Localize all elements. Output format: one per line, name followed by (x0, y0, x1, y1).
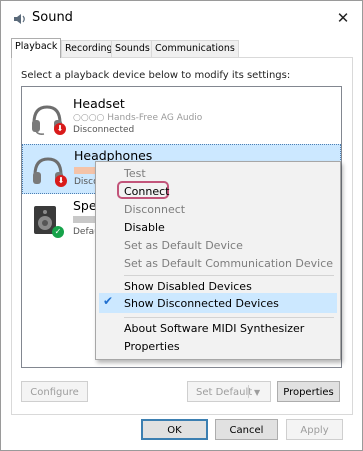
menu-item-set-default-communication-device[interactable]: Set as Default Communication Device (124, 257, 333, 270)
tab-sounds[interactable]: Sounds (111, 40, 154, 57)
menu-item-properties[interactable]: Properties (124, 340, 180, 353)
menu-item-test[interactable]: Test (124, 167, 146, 180)
title-bar: Sound ✕ (1, 1, 362, 35)
volume-bar (74, 167, 96, 174)
menu-item-disable[interactable]: Disable (124, 221, 165, 234)
menu-item-connect[interactable]: Connect (124, 185, 169, 198)
split-divider (248, 385, 249, 398)
tab-communications[interactable]: Communications (151, 40, 239, 57)
sound-dialog: Sound ✕ Playback Recording Sounds Commun… (0, 0, 363, 451)
volume-bar (73, 216, 95, 223)
tab-playback[interactable]: Playback (11, 38, 62, 58)
instructions-text: Select a playback device below to modify… (21, 70, 291, 81)
device-row-headset[interactable]: ⬇ Headset ○○○○ Hands-Free AG Audio Disco… (22, 93, 341, 143)
chevron-down-icon[interactable]: ▼ (254, 382, 260, 403)
disconnected-badge-icon: ⬇ (54, 123, 66, 135)
menu-item-disconnect[interactable]: Disconnect (124, 203, 185, 216)
ok-button[interactable]: OK (141, 419, 208, 440)
tab-recording[interactable]: Recording (61, 40, 117, 57)
menu-item-set-default-device[interactable]: Set as Default Device (124, 239, 243, 252)
set-default-button[interactable]: Set Default ▼ (187, 381, 271, 402)
context-menu: Test Connect Disconnect Disable Set as D… (95, 161, 341, 360)
menu-item-show-disabled-devices[interactable]: Show Disabled Devices (124, 280, 252, 293)
set-default-label: Set Default (196, 387, 253, 398)
configure-button[interactable]: Configure (21, 381, 88, 402)
menu-item-show-disconnected-devices[interactable]: Show Disconnected Devices (124, 297, 279, 310)
cancel-button[interactable]: Cancel (215, 419, 278, 440)
checkmark-icon: ✔ (103, 294, 114, 308)
close-icon[interactable]: ✕ (329, 6, 357, 30)
speaker-app-icon (13, 12, 27, 26)
window-title: Sound (32, 10, 73, 25)
default-device-check-icon: ✓ (52, 226, 64, 238)
menu-separator (124, 275, 334, 276)
menu-item-about-midi-synthesizer[interactable]: About Software MIDI Synthesizer (124, 322, 304, 335)
device-status: Disconnected (73, 125, 135, 135)
properties-button[interactable]: Properties (277, 381, 340, 402)
disconnected-badge-icon: ⬇ (55, 175, 67, 187)
menu-separator (124, 317, 334, 318)
device-description: ○○○○ Hands-Free AG Audio (73, 113, 203, 123)
device-name: Headset (73, 96, 125, 111)
apply-button[interactable]: Apply (286, 419, 343, 440)
